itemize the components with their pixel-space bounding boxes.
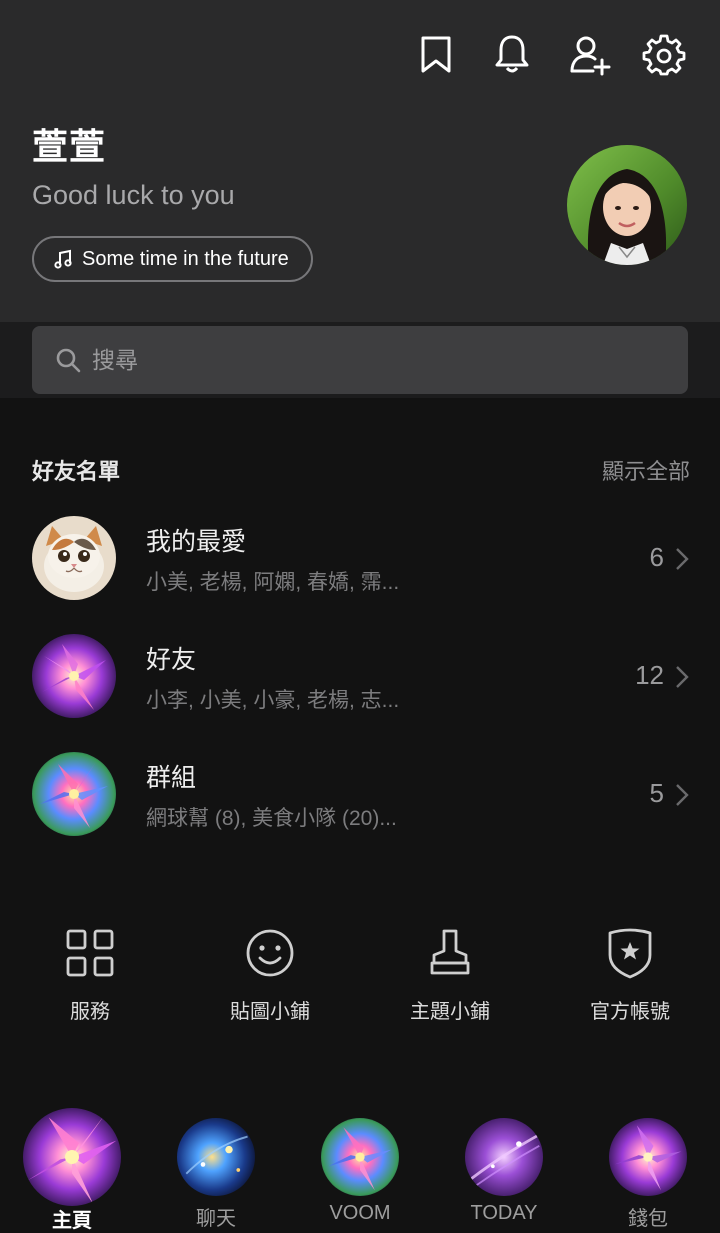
status-message[interactable]: Good luck to you: [32, 180, 235, 211]
tab-voom-label: VOOM: [329, 1202, 391, 1224]
gear-icon[interactable]: [642, 32, 686, 76]
friend-group-name: 群組: [146, 764, 197, 792]
official-accounts-button[interactable]: 官方帳號: [540, 925, 720, 1035]
theme-shop-button[interactable]: 主題小鋪: [360, 925, 540, 1035]
profile-music-title: Some time in the future: [82, 247, 289, 270]
smiley-icon: [246, 929, 294, 977]
friends-avatar: [32, 634, 116, 718]
tab-today-label: TODAY: [470, 1202, 538, 1224]
groups-avatar: [32, 752, 116, 836]
friend-group-groups[interactable]: 群組 網球幫 (8), 美食小隊 (20)... 5: [0, 752, 720, 852]
friend-group-name: 我的最愛: [146, 528, 247, 556]
tab-home[interactable]: 主頁: [2, 1108, 142, 1232]
theme-shop-label: 主題小鋪: [410, 1001, 490, 1023]
bell-icon[interactable]: [490, 32, 534, 76]
official-accounts-label: 官方帳號: [590, 1001, 670, 1023]
tab-wallet-label: 錢包: [628, 1208, 668, 1230]
search-icon: [56, 348, 81, 373]
tab-home-label: 主頁: [52, 1210, 92, 1232]
services-button[interactable]: 服務: [0, 925, 180, 1035]
tab-today[interactable]: TODAY: [434, 1108, 574, 1232]
chevron-right-icon: [676, 548, 689, 570]
today-tab-icon: [465, 1118, 543, 1196]
bookmark-icon[interactable]: [414, 32, 458, 76]
chats-tab-icon: [177, 1118, 255, 1196]
profile-music-button[interactable]: Some time in the future: [32, 236, 313, 282]
search-bar[interactable]: [32, 326, 688, 394]
brush-icon: [430, 929, 470, 975]
voom-tab-icon: [321, 1118, 399, 1196]
chevron-right-icon: [676, 784, 689, 806]
wallet-tab-icon: [609, 1118, 687, 1196]
friend-group-members: 小美, 老楊, 阿嫻, 春嬌, 霈...: [146, 571, 400, 594]
friend-group-friends[interactable]: 好友 小李, 小美, 小豪, 老楊, 志... 12: [0, 634, 720, 734]
friend-group-members: 小李, 小美, 小豪, 老楊, 志...: [146, 689, 400, 712]
sticker-shop-label: 貼圖小鋪: [230, 1001, 310, 1023]
shield-star-icon: [608, 928, 652, 979]
add-friend-icon[interactable]: [568, 32, 612, 76]
tab-chats[interactable]: 聊天: [146, 1108, 286, 1232]
tab-wallet[interactable]: 錢包: [578, 1108, 718, 1232]
profile-name[interactable]: 萱萱: [32, 118, 106, 170]
services-label: 服務: [70, 1001, 110, 1023]
chevron-right-icon: [676, 666, 689, 688]
friend-group-count: 5: [649, 778, 664, 808]
search-input[interactable]: [90, 345, 654, 375]
show-all-link[interactable]: 顯示全部: [602, 454, 690, 486]
sticker-shop-button[interactable]: 貼圖小鋪: [180, 925, 360, 1035]
profile-avatar[interactable]: [567, 145, 687, 265]
tab-chats-label: 聊天: [196, 1208, 236, 1230]
friend-group-favorites[interactable]: 我的最愛 小美, 老楊, 阿嫻, 春嬌, 霈... 6: [0, 516, 720, 616]
favorites-avatar: [32, 516, 116, 600]
friend-group-members: 網球幫 (8), 美食小隊 (20)...: [146, 807, 397, 830]
friend-group-count: 6: [649, 542, 664, 572]
home-tab-icon: [23, 1108, 121, 1206]
friend-group-name: 好友: [146, 646, 197, 674]
friends-section-title: 好友名單: [32, 459, 121, 484]
tab-voom[interactable]: VOOM: [290, 1108, 430, 1232]
music-note-icon: [54, 249, 72, 269]
friend-group-count: 12: [635, 660, 664, 690]
grid-icon: [66, 929, 114, 977]
